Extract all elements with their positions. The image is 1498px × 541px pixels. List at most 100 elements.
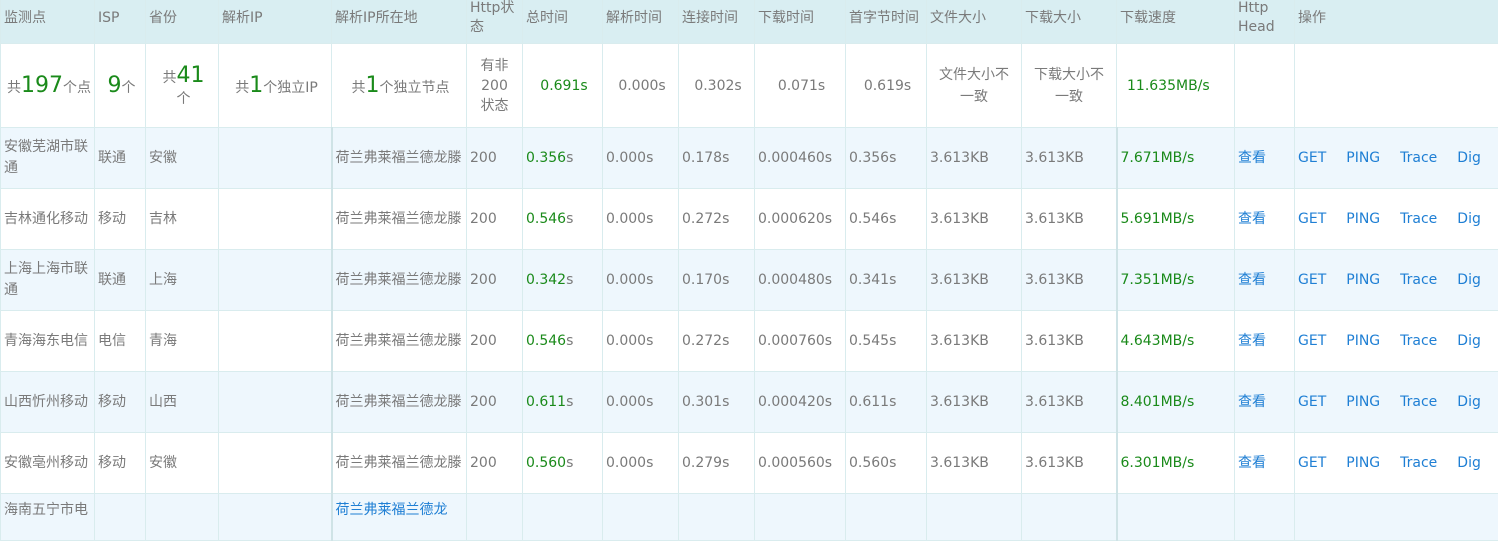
get-link[interactable]: GET <box>1298 272 1326 288</box>
dig-link[interactable]: Dig <box>1457 455 1481 471</box>
header-monitor: 监测点 <box>1 0 95 44</box>
cell-total-time: 0.342s <box>523 250 603 311</box>
cell-http-status: 200 <box>467 433 523 494</box>
ping-link[interactable]: PING <box>1346 455 1380 471</box>
http-head-view-link[interactable]: 查看 <box>1235 189 1295 250</box>
total-time-value: 0.546 <box>526 211 566 227</box>
dig-link[interactable]: Dig <box>1457 272 1481 288</box>
cell-resolve-time: 0.000s <box>603 311 679 372</box>
summary-location: 共1个独立节点 <box>332 44 467 128</box>
trace-link[interactable]: Trace <box>1400 211 1437 227</box>
cell-resolve-time: 0.000s <box>603 372 679 433</box>
cell-ip-location: 荷兰弗莱福兰德龙滕 <box>332 250 467 311</box>
table-cell <box>679 494 755 541</box>
summary-ip-value: 1 <box>249 73 263 98</box>
cell-first-byte-time: 0.356s <box>846 128 927 189</box>
table-cell <box>95 494 146 541</box>
header-resolved-ip: 解析IP <box>219 0 332 44</box>
cell-first-byte-time: 0.611s <box>846 372 927 433</box>
header-http-status: Http状态 <box>467 0 523 44</box>
cell-download-time: 0.000480s <box>755 250 846 311</box>
ping-link[interactable]: PING <box>1346 394 1380 410</box>
cell-download-time: 0.000560s <box>755 433 846 494</box>
cell-download-speed: 4.643MB/s <box>1117 311 1235 372</box>
header-download-speed: 下载速度 <box>1117 0 1235 44</box>
cell-province: 上海 <box>146 250 219 311</box>
cell-resolved-ip <box>219 189 332 250</box>
cell-province: 安徽 <box>146 128 219 189</box>
get-link[interactable]: GET <box>1298 211 1326 227</box>
cell-province: 山西 <box>146 372 219 433</box>
cell-http-status: 200 <box>467 372 523 433</box>
cell-monitor: 青海海东电信 <box>1 311 95 372</box>
total-time-value: 0.342 <box>526 272 566 288</box>
summary-prefix: 共 <box>7 80 21 96</box>
cell-isp: 移动 <box>95 433 146 494</box>
summary-total-value: 0.691 <box>540 78 580 94</box>
summary-total-unit: s <box>580 78 587 94</box>
header-resolve-time: 解析时间 <box>603 0 679 44</box>
summary-suffix: 个独立IP <box>263 80 318 96</box>
cell-download-size: 3.613KB <box>1022 311 1117 372</box>
ping-link[interactable]: PING <box>1346 272 1380 288</box>
get-link[interactable]: GET <box>1298 333 1326 349</box>
dig-link[interactable]: Dig <box>1457 333 1481 349</box>
http-head-view-link[interactable]: 查看 <box>1235 311 1295 372</box>
cell-ip-location: 荷兰弗莱福兰德龙滕 <box>332 189 467 250</box>
header-download-size: 下载大小 <box>1022 0 1117 44</box>
get-link[interactable]: GET <box>1298 455 1326 471</box>
http-head-view-link[interactable]: 查看 <box>1235 372 1295 433</box>
trace-link[interactable]: Trace <box>1400 333 1437 349</box>
cell-http-status: 200 <box>467 311 523 372</box>
cell-download-size: 3.613KB <box>1022 250 1117 311</box>
cell-ip-location: 荷兰弗莱福兰德龙滕 <box>332 311 467 372</box>
cell-resolve-time: 0.000s <box>603 189 679 250</box>
cell-download-size: 3.613KB <box>1022 372 1117 433</box>
summary-prefix: 共 <box>235 80 249 96</box>
cell-file-size: 3.613KB <box>927 311 1022 372</box>
total-time-value: 0.560 <box>526 455 566 471</box>
summary-total-time: 0.691s <box>523 44 603 128</box>
trace-link[interactable]: Trace <box>1400 394 1437 410</box>
table-cell <box>927 494 1022 541</box>
cell-resolve-time: 0.000s <box>603 128 679 189</box>
total-time-unit: s <box>566 455 573 471</box>
cell-total-time: 0.560s <box>523 433 603 494</box>
row-actions: GET PING Trace Dig <box>1295 372 1498 433</box>
table-row: 安徽芜湖市联通联通安徽荷兰弗莱福兰德龙滕2000.356s0.000s0.178… <box>1 128 1498 189</box>
dig-link[interactable]: Dig <box>1457 211 1481 227</box>
http-head-view-link[interactable]: 查看 <box>1235 433 1295 494</box>
cell-download-speed: 5.691MB/s <box>1117 189 1235 250</box>
row-actions: GET PING Trace Dig <box>1295 311 1498 372</box>
cell-first-byte-time: 0.341s <box>846 250 927 311</box>
summary-location-value: 1 <box>366 73 380 98</box>
summary-points: 共197个点 <box>1 44 95 128</box>
cell-province: 吉林 <box>146 189 219 250</box>
get-link[interactable]: GET <box>1298 150 1326 166</box>
dig-link[interactable]: Dig <box>1457 150 1481 166</box>
summary-file-size: 文件大小不一致 <box>927 44 1022 128</box>
dig-link[interactable]: Dig <box>1457 394 1481 410</box>
header-total-time: 总时间 <box>523 0 603 44</box>
cell-http-status: 200 <box>467 250 523 311</box>
http-head-view-link[interactable]: 查看 <box>1235 250 1295 311</box>
table-row: 青海海东电信电信青海荷兰弗莱福兰德龙滕2000.546s0.000s0.272s… <box>1 311 1498 372</box>
cell-first-byte-time: 0.545s <box>846 311 927 372</box>
cell-resolve-time: 0.000s <box>603 250 679 311</box>
summary-status: 有非200状态 <box>467 44 523 128</box>
summary-prefix: 共 <box>163 70 177 86</box>
ping-link[interactable]: PING <box>1346 150 1380 166</box>
ping-link[interactable]: PING <box>1346 333 1380 349</box>
cell-resolved-ip <box>219 311 332 372</box>
ping-link[interactable]: PING <box>1346 211 1380 227</box>
cell-monitor: 吉林通化移动 <box>1 189 95 250</box>
trace-link[interactable]: Trace <box>1400 150 1437 166</box>
table-cell <box>219 494 332 541</box>
summary-suffix: 个独立节点 <box>380 80 450 96</box>
cell-ip-location-link[interactable]: 荷兰弗莱福兰德龙 <box>332 494 467 541</box>
summary-suffix: 个点 <box>63 80 91 96</box>
http-head-view-link[interactable]: 查看 <box>1235 128 1295 189</box>
trace-link[interactable]: Trace <box>1400 455 1437 471</box>
get-link[interactable]: GET <box>1298 394 1326 410</box>
trace-link[interactable]: Trace <box>1400 272 1437 288</box>
